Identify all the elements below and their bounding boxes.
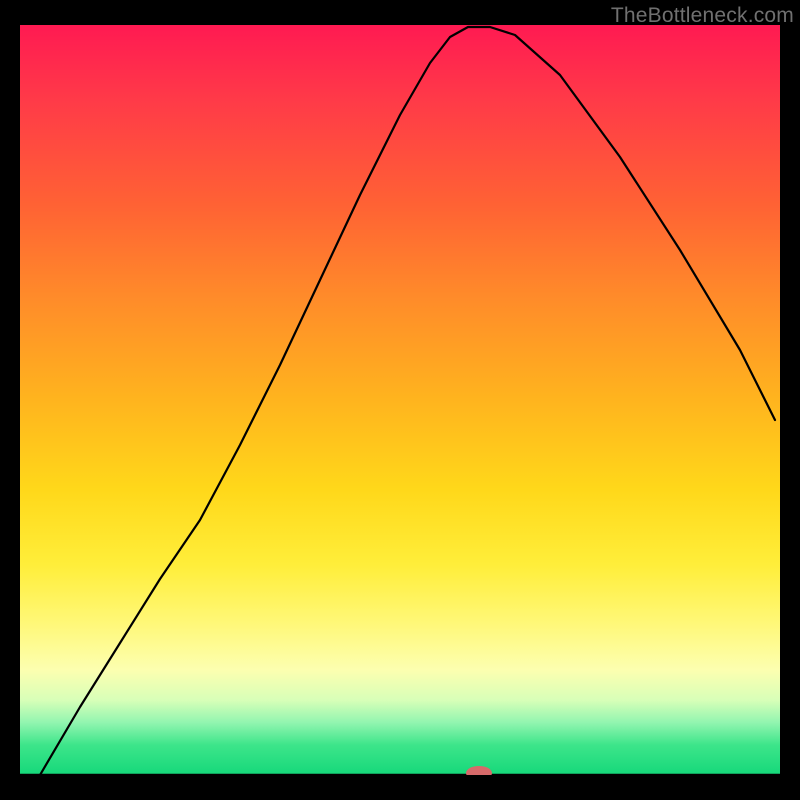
- bottleneck-curve: [40, 27, 775, 775]
- chart-frame: TheBottleneck.com: [0, 0, 800, 800]
- plot-area: [20, 25, 780, 775]
- plot-svg: [20, 25, 780, 775]
- min-marker: [466, 766, 492, 775]
- watermark-text: TheBottleneck.com: [611, 4, 794, 28]
